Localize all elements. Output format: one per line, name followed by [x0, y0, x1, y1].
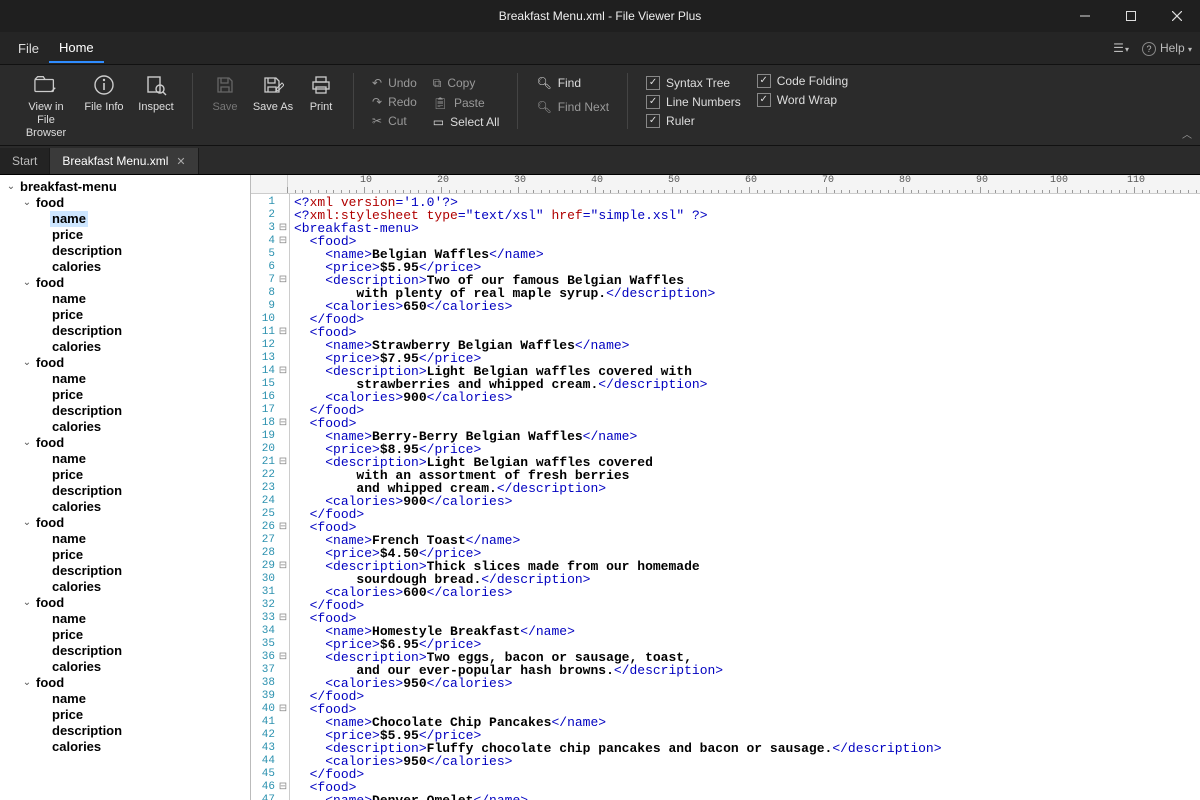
- menu-home[interactable]: Home: [49, 34, 104, 63]
- undo-icon: ↶: [372, 76, 382, 90]
- window-minimize-button[interactable]: [1062, 0, 1108, 32]
- tree-leaf[interactable]: calories: [0, 499, 250, 515]
- tree-leaf[interactable]: price: [0, 307, 250, 323]
- folder-eye-icon: [34, 73, 58, 97]
- tree-leaf[interactable]: calories: [0, 739, 250, 755]
- paste-button: 📋︎Paste: [429, 95, 504, 111]
- save-as-button[interactable]: Save As: [251, 71, 295, 114]
- tree-leaf[interactable]: name: [0, 371, 250, 387]
- tree-leaf[interactable]: description: [0, 323, 250, 339]
- search-icon: 🔍︎: [536, 76, 551, 90]
- tree-leaf[interactable]: name: [0, 531, 250, 547]
- tree-leaf[interactable]: price: [0, 387, 250, 403]
- tree-leaf[interactable]: calories: [0, 259, 250, 275]
- window-title: Breakfast Menu.xml - File Viewer Plus: [0, 9, 1200, 23]
- editor: 102030405060708090100110 123456789101112…: [251, 175, 1200, 800]
- line-number-gutter: 1234567891011121314151617181920212223242…: [251, 194, 277, 800]
- code-content[interactable]: <?xml version='1.0'?><?xml:stylesheet ty…: [290, 194, 1200, 800]
- settings-icon[interactable]: ☰▾: [1113, 41, 1128, 55]
- ruler-checkbox[interactable]: ✓Ruler: [642, 113, 745, 129]
- tree-leaf[interactable]: description: [0, 643, 250, 659]
- redo-button: ↷Redo: [368, 94, 421, 110]
- tab-close-icon[interactable]: ✕: [176, 155, 185, 168]
- search-next-icon: 🔍︎: [536, 100, 551, 114]
- cut-button: ✂Cut: [368, 113, 421, 129]
- help-menu[interactable]: ?Help ▾: [1142, 41, 1192, 56]
- tree-leaf[interactable]: name: [0, 451, 250, 467]
- tree-leaf[interactable]: description: [0, 403, 250, 419]
- inspect-icon: [144, 73, 168, 97]
- tree-node[interactable]: ⌄food: [0, 275, 250, 291]
- save-button: Save: [207, 71, 243, 114]
- file-info-button[interactable]: File Info: [82, 71, 126, 114]
- document-tabstrip: Start Breakfast Menu.xml✕: [0, 146, 1200, 175]
- ruler-bar: 102030405060708090100110: [251, 175, 1200, 194]
- tab-file[interactable]: Breakfast Menu.xml✕: [50, 148, 198, 174]
- tree-node[interactable]: ⌄food: [0, 355, 250, 371]
- menu-bar: File Home ☰▾ ?Help ▾: [0, 32, 1200, 65]
- fold-gutter[interactable]: ⊟⊟⊟⊟⊟⊟⊟⊟⊟⊟⊟⊟⊟: [277, 194, 290, 800]
- tree-leaf[interactable]: calories: [0, 659, 250, 675]
- tree-leaf[interactable]: name: [0, 291, 250, 307]
- menu-file[interactable]: File: [8, 35, 49, 62]
- info-icon: [92, 73, 116, 97]
- syntax-tree-checkbox[interactable]: ✓Syntax Tree: [642, 75, 745, 91]
- find-next-button: 🔍︎Find Next: [532, 99, 613, 115]
- tree-leaf[interactable]: name: [0, 611, 250, 627]
- title-bar: Breakfast Menu.xml - File Viewer Plus: [0, 0, 1200, 32]
- tab-start[interactable]: Start: [0, 148, 50, 174]
- tree-node[interactable]: ⌄food: [0, 675, 250, 691]
- cut-icon: ✂: [372, 114, 382, 128]
- window-close-button[interactable]: [1154, 0, 1200, 32]
- tree-leaf[interactable]: calories: [0, 419, 250, 435]
- tree-leaf[interactable]: price: [0, 467, 250, 483]
- print-icon: [309, 73, 333, 97]
- select-all-icon: ▭: [433, 115, 444, 129]
- tree-leaf[interactable]: price: [0, 707, 250, 723]
- work-area: ⌄breakfast-menu⌄foodnamepricedescription…: [0, 175, 1200, 800]
- tree-leaf[interactable]: description: [0, 563, 250, 579]
- tree-node[interactable]: ⌄food: [0, 595, 250, 611]
- copy-icon: ⧉: [433, 76, 442, 91]
- tree-leaf[interactable]: description: [0, 243, 250, 259]
- window-maximize-button[interactable]: [1108, 0, 1154, 32]
- tree-leaf[interactable]: description: [0, 483, 250, 499]
- select-all-button[interactable]: ▭Select All: [429, 114, 504, 130]
- undo-button: ↶Undo: [368, 75, 421, 91]
- tree-leaf[interactable]: name: [0, 211, 250, 227]
- save-as-icon: [261, 73, 285, 97]
- syntax-tree-panel[interactable]: ⌄breakfast-menu⌄foodnamepricedescription…: [0, 175, 251, 800]
- word-wrap-checkbox[interactable]: ✓Word Wrap: [753, 92, 852, 108]
- code-area[interactable]: 1234567891011121314151617181920212223242…: [251, 194, 1200, 800]
- tree-leaf[interactable]: description: [0, 723, 250, 739]
- tree-node[interactable]: ⌄food: [0, 195, 250, 211]
- copy-button: ⧉Copy: [429, 75, 504, 92]
- view-in-browser-button[interactable]: View in File Browser: [18, 71, 74, 141]
- tree-leaf[interactable]: calories: [0, 579, 250, 595]
- tree-leaf[interactable]: price: [0, 547, 250, 563]
- tree-leaf[interactable]: name: [0, 691, 250, 707]
- tree-leaf[interactable]: calories: [0, 339, 250, 355]
- tree-node[interactable]: ⌄food: [0, 435, 250, 451]
- redo-icon: ↷: [372, 95, 382, 109]
- tree-leaf[interactable]: price: [0, 627, 250, 643]
- line-numbers-checkbox[interactable]: ✓Line Numbers: [642, 94, 745, 110]
- inspect-button[interactable]: Inspect: [134, 71, 178, 114]
- ribbon-collapse-button[interactable]: ︿: [1182, 126, 1192, 141]
- paste-icon: 📋︎: [433, 96, 448, 110]
- tree-node[interactable]: ⌄food: [0, 515, 250, 531]
- find-button[interactable]: 🔍︎Find: [532, 75, 613, 91]
- code-folding-checkbox[interactable]: ✓Code Folding: [753, 73, 852, 89]
- ribbon: View in File Browser File Info Inspect S…: [0, 65, 1200, 146]
- save-icon: [213, 73, 237, 97]
- print-button[interactable]: Print: [303, 71, 339, 114]
- tree-leaf[interactable]: price: [0, 227, 250, 243]
